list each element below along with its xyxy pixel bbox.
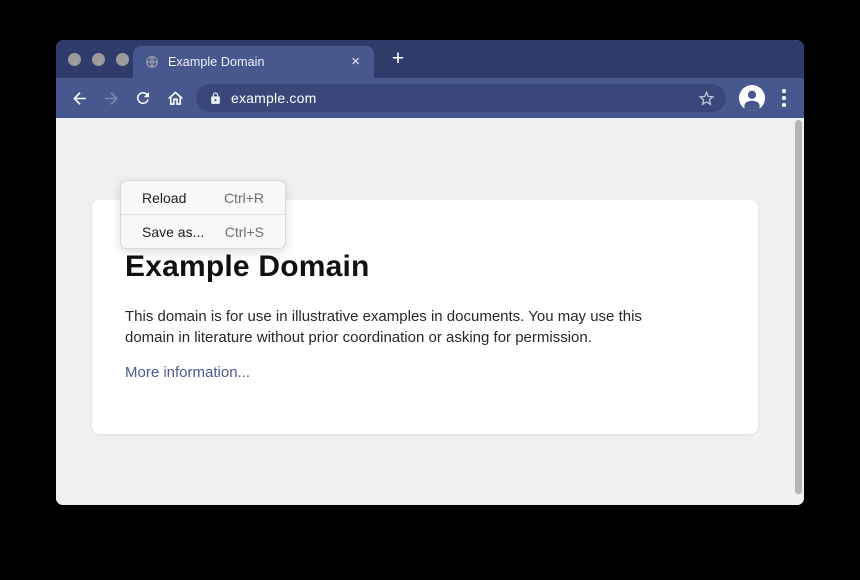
- kebab-dot-icon: [782, 96, 786, 100]
- page-paragraph: This domain is for use in illustrative e…: [125, 306, 725, 348]
- kebab-dot-icon: [782, 89, 786, 93]
- page-viewport: Example Domain This domain is for use in…: [56, 118, 804, 505]
- context-menu-item-save-as[interactable]: Save as... Ctrl+S: [121, 215, 285, 248]
- address-bar[interactable]: example.com: [196, 84, 726, 112]
- context-menu-item-reload[interactable]: Reload Ctrl+R: [121, 181, 285, 214]
- page-heading: Example Domain: [125, 250, 370, 284]
- forward-button[interactable]: [102, 89, 121, 108]
- menu-item-shortcut: Ctrl+R: [224, 190, 264, 206]
- menu-item-shortcut: Ctrl+S: [225, 224, 264, 240]
- window-close-button[interactable]: [68, 53, 81, 66]
- globe-favicon-icon: [145, 55, 159, 69]
- menu-item-label: Save as...: [142, 224, 204, 240]
- paragraph-line: domain in literature without prior coord…: [125, 327, 725, 348]
- scrollbar[interactable]: [795, 120, 802, 494]
- tab-example-domain[interactable]: Example Domain ×: [133, 46, 374, 78]
- back-arrow-icon: [70, 89, 89, 108]
- star-icon: [697, 89, 716, 108]
- browser-window: Example Domain × + example.com: [56, 40, 804, 505]
- toolbar: example.com: [56, 78, 804, 118]
- kebab-dot-icon: [782, 103, 786, 107]
- titlebar: Example Domain × +: [56, 40, 804, 78]
- paragraph-line: This domain is for use in illustrative e…: [125, 306, 725, 327]
- forward-arrow-icon: [102, 89, 121, 108]
- browser-menu-button[interactable]: [779, 89, 789, 107]
- home-icon: [166, 89, 185, 108]
- home-button[interactable]: [166, 89, 185, 108]
- menu-item-label: Reload: [142, 190, 186, 206]
- bookmark-star-button[interactable]: [697, 89, 716, 108]
- window-minimize-button[interactable]: [92, 53, 105, 66]
- reload-icon: [134, 89, 152, 107]
- new-tab-button[interactable]: +: [386, 48, 410, 72]
- lock-icon: [209, 92, 222, 105]
- reload-button[interactable]: [134, 89, 152, 107]
- back-button[interactable]: [70, 89, 89, 108]
- more-information-link[interactable]: More information...: [125, 364, 250, 381]
- context-menu: Reload Ctrl+R Save as... Ctrl+S: [120, 180, 286, 249]
- traffic-lights: [68, 53, 129, 66]
- avatar-icon: [739, 85, 765, 111]
- window-maximize-button[interactable]: [116, 53, 129, 66]
- profile-button[interactable]: [739, 85, 765, 111]
- url-text: example.com: [231, 90, 697, 106]
- tab-close-icon[interactable]: ×: [349, 55, 362, 69]
- tab-title: Example Domain: [168, 55, 349, 69]
